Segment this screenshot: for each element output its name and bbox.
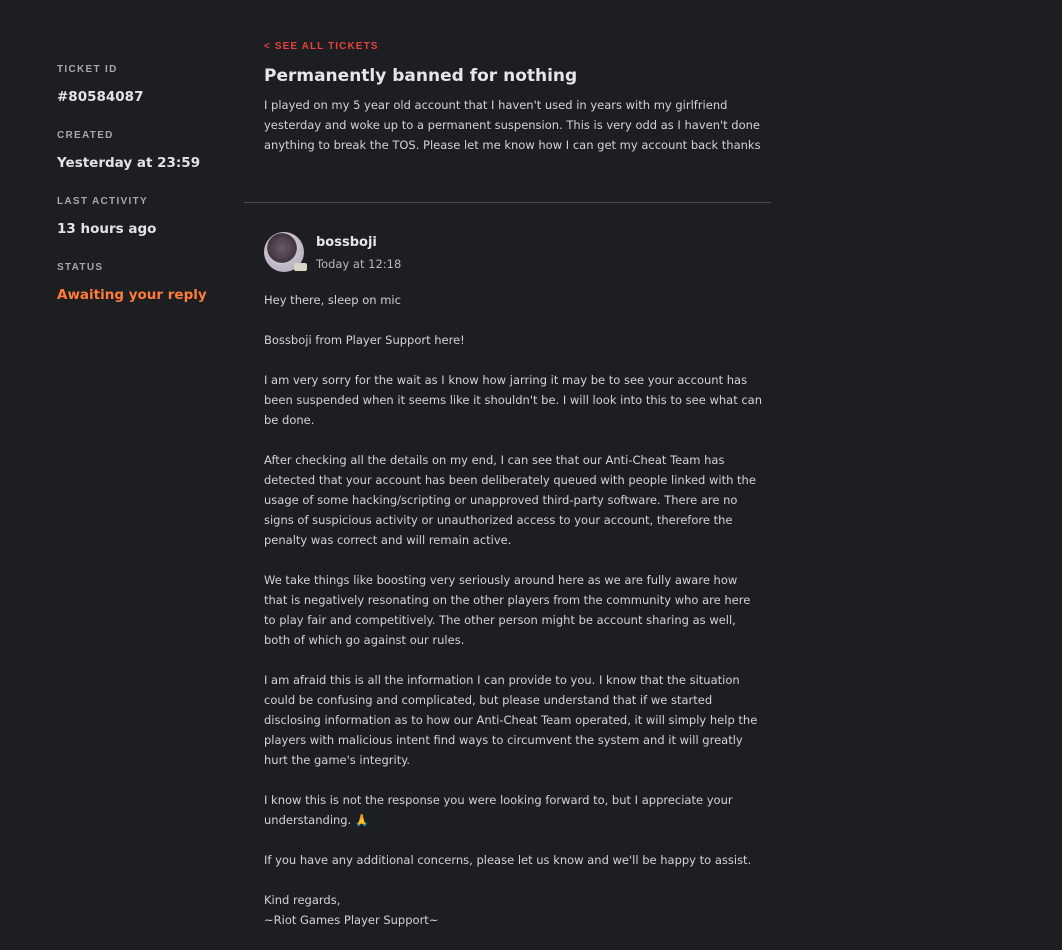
reply-signature: ~Riot Games Player Support~ [264,913,439,927]
last-activity-block: LAST ACTIVITY 13 hours ago [57,194,227,239]
ticket-id-value: #80584087 [57,89,144,105]
created-label: CREATED [57,130,114,141]
reply-paragraph: I know this is not the response you were… [264,793,733,827]
reply-paragraph: Bossboji from Player Support here! [264,333,465,347]
status-block: STATUS Awaiting your reply [57,260,227,305]
status-value: Awaiting your reply [57,287,207,303]
ticket-id-label: TICKET ID [57,64,118,75]
ticket-title: Permanently banned for nothing [264,66,578,86]
avatar-badge-icon [294,263,307,271]
reply-paragraph: I am very sorry for the wait as I know h… [264,373,763,427]
reply-paragraph: If you have any additional concerns, ple… [264,853,752,867]
ticket-id-block: TICKET ID #80584087 [57,62,227,107]
avatar [264,232,307,272]
ticket-description: I played on my 5 year old account that I… [264,98,761,152]
last-activity-label: LAST ACTIVITY [57,196,148,207]
reply-sign-off: Kind regards, [264,893,341,907]
reply-paragraph: We take things like boosting very seriou… [264,573,751,647]
status-label: STATUS [57,262,104,273]
reply-header: bossboji Today at 12:18 [264,232,764,276]
section-divider [244,202,771,203]
support-reply: bossboji Today at 12:18 Hey there, sleep… [264,232,764,950]
reply-meta: bossboji Today at 12:18 [316,232,401,274]
reply-paragraph: I am afraid this is all the information … [264,673,758,767]
reply-body: Hey there, sleep on mic Bossboji from Pl… [264,290,764,930]
reply-paragraph: Hey there, sleep on mic [264,293,401,307]
created-value: Yesterday at 23:59 [57,155,201,171]
last-activity-value: 13 hours ago [57,221,157,237]
reply-author: bossboji [316,235,377,250]
ticket-sidebar: TICKET ID #80584087 CREATED Yesterday at… [57,62,227,326]
reply-paragraph: After checking all the details on my end… [264,453,756,547]
reply-timestamp: Today at 12:18 [316,257,402,271]
ticket-main: < SEE ALL TICKETS Permanently banned for… [264,34,764,155]
created-block: CREATED Yesterday at 23:59 [57,128,227,173]
see-all-tickets-link[interactable]: < SEE ALL TICKETS [264,39,379,54]
